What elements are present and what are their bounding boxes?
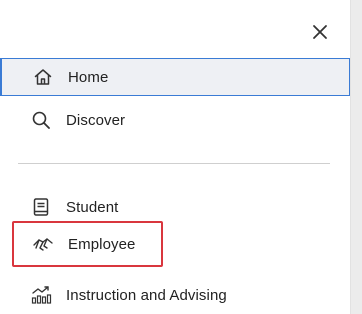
nav-item-label: Home: [68, 68, 109, 86]
nav-item-instruction-and-advising[interactable]: Instruction and Advising: [0, 276, 350, 314]
nav-item-label: Instruction and Advising: [66, 286, 227, 304]
nav-item-discover[interactable]: Discover: [0, 101, 350, 139]
navigation-drawer: Home Discover Student Employee Instructi…: [0, 0, 350, 314]
nav-item-home[interactable]: Home: [0, 58, 350, 96]
nav-item-label: Employee: [68, 235, 136, 253]
section-divider: [18, 163, 330, 164]
nav-item-label: Discover: [66, 111, 126, 129]
nav-item-label: Student: [66, 198, 119, 216]
handshake-icon: [32, 233, 54, 255]
book-icon: [30, 196, 52, 218]
scrollbar[interactable]: [350, 0, 362, 314]
close-icon: [312, 24, 328, 40]
home-icon: [32, 66, 54, 88]
growth-chart-icon: [30, 284, 52, 306]
search-icon: [30, 109, 52, 131]
close-button[interactable]: [308, 20, 332, 44]
nav-item-employee[interactable]: Employee: [12, 221, 163, 267]
